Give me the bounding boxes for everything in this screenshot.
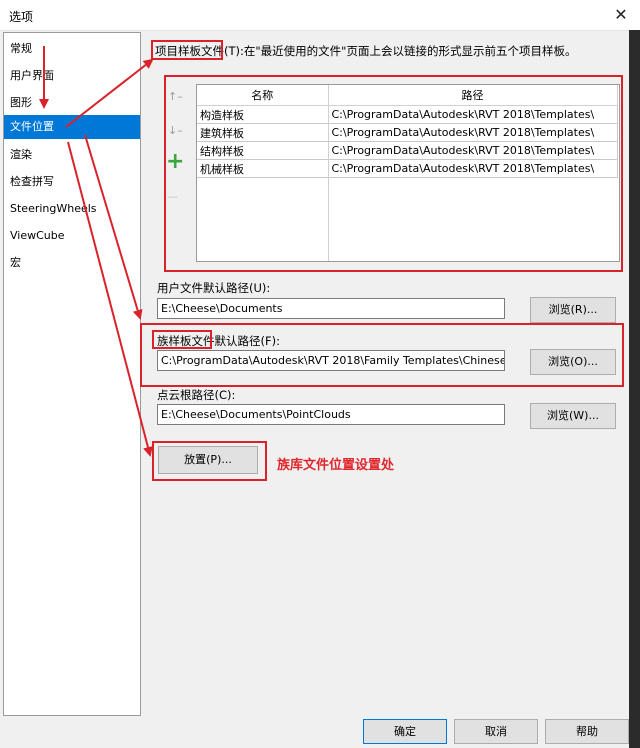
background-window-edge: [629, 30, 640, 748]
sidebar-item-file-locations[interactable]: 文件位置: [4, 115, 140, 139]
highlight-box-templates-table: [164, 75, 623, 272]
title-bar: 选项 ✕: [0, 0, 640, 31]
cloud-path-label: 点云根路径(C):: [157, 388, 236, 402]
browse-cloud-path-button[interactable]: 浏览(W)...: [530, 403, 616, 429]
sidebar: 常规 用户界面 图形 文件位置 渲染 检查拼写 SteeringWheels V…: [3, 32, 141, 716]
sidebar-item-steeringwheels[interactable]: SteeringWheels: [4, 197, 140, 221]
highlight-box-family-path: [140, 323, 624, 387]
sidebar-item-graphics[interactable]: 图形: [4, 91, 140, 115]
highlight-box-places-button: [152, 441, 267, 481]
help-button[interactable]: 帮助: [545, 719, 629, 744]
user-path-input[interactable]: E:\Cheese\Documents: [157, 298, 505, 319]
sidebar-item-rendering[interactable]: 渲染: [4, 143, 140, 167]
user-path-label: 用户文件默认路径(U):: [157, 281, 271, 295]
sidebar-item-user-interface[interactable]: 用户界面: [4, 64, 140, 88]
browse-user-path-button[interactable]: 浏览(R)...: [530, 297, 616, 323]
close-icon[interactable]: ✕: [612, 6, 630, 24]
highlight-box-templates-label: [151, 40, 223, 60]
templates-label-rest: (T):在"最近使用的文件"页面上会以链接的形式显示前五个项目样板。: [224, 44, 577, 58]
sidebar-item-viewcube[interactable]: ViewCube: [4, 224, 140, 248]
sidebar-item-general[interactable]: 常规: [4, 37, 140, 61]
cloud-path-input[interactable]: E:\Cheese\Documents\PointClouds: [157, 404, 505, 425]
highlight-box-family-label: [152, 330, 212, 349]
window-title: 选项: [9, 10, 34, 24]
annotation-text: 族库文件位置设置处: [277, 458, 395, 473]
ok-button[interactable]: 确定: [363, 719, 447, 744]
sidebar-item-macros[interactable]: 宏: [4, 251, 140, 275]
sidebar-item-spelling[interactable]: 检查拼写: [4, 170, 140, 194]
cancel-button[interactable]: 取消: [454, 719, 538, 744]
